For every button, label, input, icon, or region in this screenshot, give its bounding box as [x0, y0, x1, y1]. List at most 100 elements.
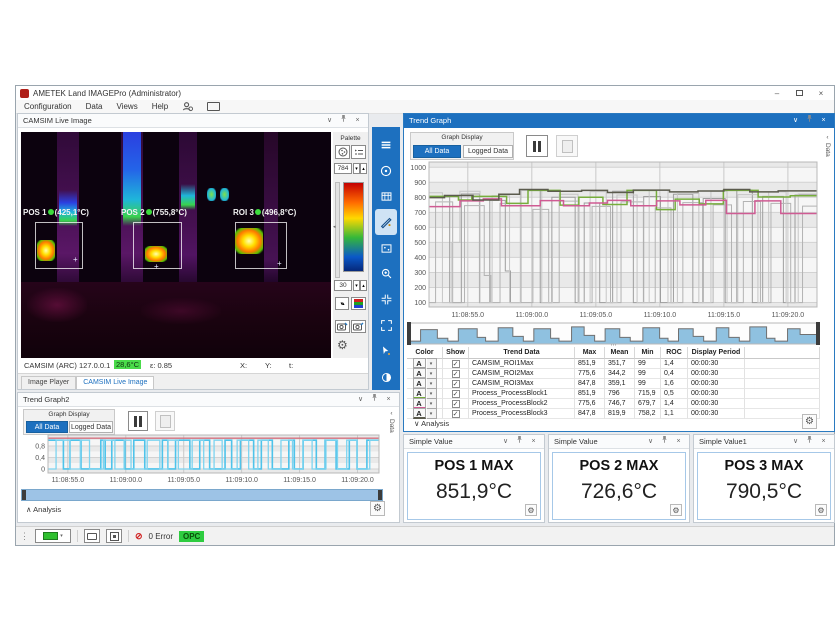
analysis-expander[interactable]: ∧ Analysis: [26, 505, 61, 514]
data-side-tab[interactable]: ‹ Data: [821, 134, 834, 157]
table-row[interactable]: A▾ ✓ CAMSIM_ROI1Max 851,9 351,7 99 1,4 0…: [407, 359, 820, 369]
record-target-icon[interactable]: [106, 529, 122, 543]
palette-min-down-icon[interactable]: ▾: [353, 280, 360, 291]
palette-max-up-icon[interactable]: ▴: [360, 163, 367, 174]
close-panel-icon[interactable]: ×: [528, 436, 539, 448]
menu-item-views[interactable]: Views: [117, 102, 138, 111]
palette-tool-icon[interactable]: [375, 209, 397, 235]
value-settings-gear-icon[interactable]: ⚙: [670, 504, 682, 516]
value-settings-gear-icon[interactable]: ⚙: [525, 504, 537, 516]
all-data-button[interactable]: All Data: [26, 421, 68, 433]
contrast-icon[interactable]: [375, 364, 397, 390]
cursor-point-icon[interactable]: [375, 338, 397, 364]
snapshot-copy-icon[interactable]: [351, 320, 366, 333]
pause-button[interactable]: [128, 411, 148, 431]
close-panel-icon[interactable]: ×: [818, 436, 829, 448]
tab-camsim-live-image[interactable]: CAMSIM Live Image: [76, 376, 154, 389]
show-checkbox[interactable]: ✓: [452, 380, 460, 388]
close-panel-icon[interactable]: ×: [352, 115, 363, 127]
palette-colors-icon[interactable]: [351, 297, 366, 310]
palette-autoscale-icon[interactable]: ▾▴: [335, 297, 349, 310]
simple-value-titlebar[interactable]: Simple Value ∨ ×: [404, 435, 544, 449]
show-checkbox[interactable]: ✓: [452, 360, 460, 368]
window-titlebar[interactable]: AMETEK Land IMAGEPro (Administrator) – ×: [16, 86, 834, 100]
collapse-panel-icon[interactable]: ∨: [645, 436, 656, 448]
table-row[interactable]: A▾ ✓ Process_ProcessBlock2 775,6 746,7 6…: [407, 399, 820, 409]
collapse-panel-icon[interactable]: ∨: [324, 115, 335, 127]
palette-gradient-bar[interactable]: [343, 182, 364, 272]
color-dropdown-icon[interactable]: ▾: [427, 408, 437, 419]
palette-max-input[interactable]: 784: [334, 163, 352, 174]
simple-value-titlebar[interactable]: Simple Value1 ∨ ×: [694, 435, 834, 449]
pin-icon[interactable]: [659, 435, 670, 449]
collapse-panel-icon[interactable]: ∨: [790, 436, 801, 448]
image-overlay-icon[interactable]: [375, 235, 397, 261]
scrollbar-left-handle[interactable]: [22, 490, 26, 500]
opc-status-badge[interactable]: OPC: [179, 531, 204, 542]
palette-list-icon[interactable]: [351, 145, 366, 159]
grid-view-icon[interactable]: [375, 184, 397, 210]
scrollbar-right-handle[interactable]: [378, 490, 382, 500]
palette-slider[interactable]: [335, 182, 340, 278]
table-row[interactable]: A▾ ✓ CAMSIM_ROI3Max 847,8 359,1 99 1,6 0…: [407, 379, 820, 389]
palette-settings-gear-icon[interactable]: ⚙: [337, 338, 348, 352]
display-capture-icon[interactable]: [84, 529, 100, 543]
overview-navigator[interactable]: ⋯: [407, 322, 820, 345]
palette-min-up-icon[interactable]: ▴: [360, 280, 367, 291]
expand-view-icon[interactable]: [375, 313, 397, 339]
minimize-button[interactable]: –: [768, 87, 786, 99]
pin-icon[interactable]: [369, 393, 380, 407]
pin-icon[interactable]: [514, 435, 525, 449]
close-panel-icon[interactable]: ×: [383, 394, 394, 406]
show-checkbox[interactable]: ✓: [452, 390, 460, 398]
menu-item-data[interactable]: Data: [86, 102, 103, 111]
trend-graph-titlebar[interactable]: Trend Graph ∨ ×: [404, 114, 834, 128]
graph-settings-gear-icon[interactable]: ⚙: [370, 501, 385, 516]
logged-data-button[interactable]: Logged Data: [69, 421, 113, 433]
table-row[interactable]: A▾ ✓ Process_ProcessBlock3 847,8 819,9 7…: [407, 409, 820, 419]
camera-connection-select[interactable]: ▾: [35, 529, 71, 543]
collapse-panel-icon[interactable]: ∨: [790, 115, 801, 127]
pin-icon[interactable]: [804, 435, 815, 449]
export-report-button[interactable]: [556, 135, 578, 157]
statusbar-grip[interactable]: ⋮: [20, 531, 29, 542]
display-icon[interactable]: [207, 102, 220, 111]
show-checkbox[interactable]: ✓: [452, 400, 460, 408]
show-checkbox[interactable]: ✓: [452, 410, 460, 418]
graph-settings-gear-icon[interactable]: ⚙: [802, 414, 817, 429]
user-session-icon[interactable]: [182, 101, 193, 112]
analysis-expander[interactable]: ∨ Analysis: [414, 419, 449, 428]
zoom-icon[interactable]: [375, 261, 397, 287]
table-row[interactable]: A▾ ✓ CAMSIM_ROI2Max 775,6 344,2 99 0,4 0…: [407, 369, 820, 379]
palette-max-down-icon[interactable]: ▾: [353, 163, 360, 174]
auto-rotate-icon[interactable]: [375, 158, 397, 184]
show-checkbox[interactable]: ✓: [452, 370, 460, 378]
palette-min-input[interactable]: 30: [334, 280, 352, 291]
close-panel-icon[interactable]: ×: [818, 115, 829, 127]
data-side-tab[interactable]: ‹ Data: [385, 410, 398, 433]
palette-select-icon[interactable]: [335, 145, 350, 159]
collapse-panel-icon[interactable]: ∨: [500, 436, 511, 448]
value-settings-gear-icon[interactable]: ⚙: [815, 504, 827, 516]
menu-item-configuration[interactable]: Configuration: [24, 102, 72, 111]
collapse-panel-icon[interactable]: ∨: [355, 394, 366, 406]
color-picker-button[interactable]: A: [413, 408, 426, 419]
logged-data-button[interactable]: Logged Data: [463, 145, 513, 158]
error-count[interactable]: 0 Error: [149, 532, 173, 541]
maximize-button[interactable]: [790, 87, 808, 99]
export-report-button[interactable]: [155, 411, 175, 431]
table-row[interactable]: A▾ ✓ Process_ProcessBlock1 851,9 796 715…: [407, 389, 820, 399]
close-button[interactable]: ×: [812, 87, 830, 99]
pause-button[interactable]: [526, 135, 548, 157]
palette-slider-marker[interactable]: ◂: [333, 224, 336, 230]
collapse-view-icon[interactable]: [375, 287, 397, 313]
menu-icon[interactable]: [375, 132, 397, 158]
live-image-panel-titlebar[interactable]: CAMSIM Live Image ∨ ×: [18, 114, 368, 128]
time-range-scrollbar[interactable]: [21, 489, 383, 501]
simple-value-titlebar[interactable]: Simple Value ∨ ×: [549, 435, 689, 449]
tab-image-player[interactable]: Image Player: [21, 376, 76, 389]
pin-icon[interactable]: [804, 114, 815, 128]
close-panel-icon[interactable]: ×: [673, 436, 684, 448]
pin-icon[interactable]: [338, 114, 349, 128]
menu-item-help[interactable]: Help: [152, 102, 168, 111]
